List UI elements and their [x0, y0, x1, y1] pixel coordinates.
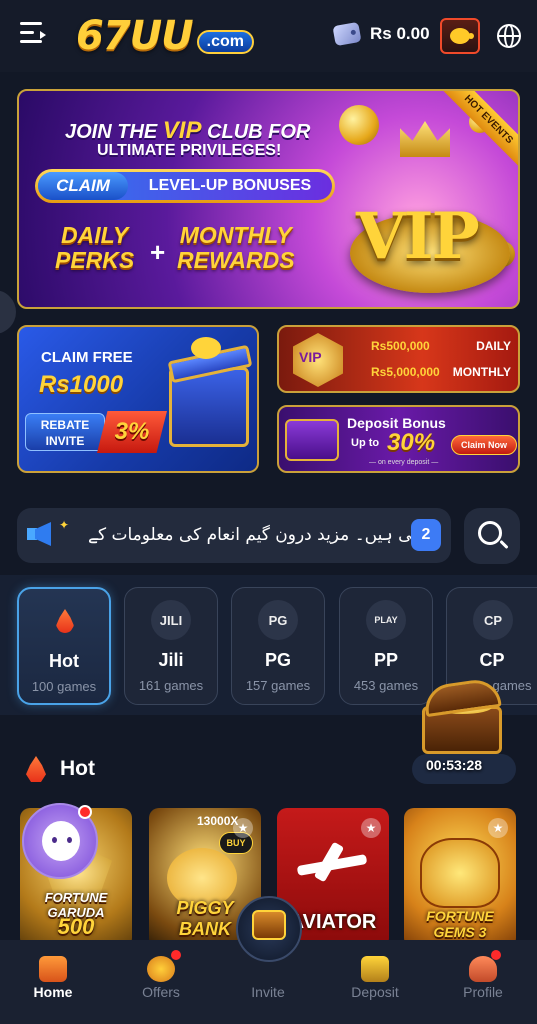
plus-sign: +	[150, 237, 166, 267]
notification-dot	[78, 805, 92, 819]
cp-logo-icon: CP	[473, 600, 513, 640]
nav-label: Home	[33, 984, 73, 1000]
balance-amount: Rs 0.00	[370, 24, 430, 43]
vip-promo-banner[interactable]: VIP Rs500,000 DAILY Rs5,000,000 MONTHLY	[277, 325, 520, 393]
monthly-rewards-text: MONTHLY REWARDS	[177, 222, 295, 273]
treasure-chest-icon[interactable]	[412, 676, 512, 760]
logo-text: 67UU	[76, 13, 194, 59]
vip-crown-emblem: VIP	[344, 121, 514, 301]
deposit-bonus-percent: 30%	[387, 429, 436, 456]
top-header: 67UU .com Rs 0.00	[0, 0, 537, 72]
crown-icon	[400, 121, 450, 157]
search-icon	[478, 521, 502, 545]
game-card-fortune-gems-3[interactable]: FORTUNE GEMS 3 ★	[404, 808, 516, 948]
search-button[interactable]	[464, 508, 520, 564]
claim-now-button[interactable]: Claim Now	[451, 435, 517, 455]
nav-profile[interactable]: Profile	[443, 950, 523, 1010]
game-subtitle: 500	[57, 914, 95, 939]
category-count: 161 games	[138, 678, 204, 693]
daily-reward-row: Rs500,000 DAILY	[371, 339, 511, 353]
nav-offers[interactable]: Offers	[121, 950, 201, 1010]
announcement-text: تی ہیں۔ مزید درون گیم انعام کی معلومات ک…	[88, 525, 417, 545]
rebate-invite-box: REBATE INVITE	[25, 413, 105, 451]
deposit-bonus-banner[interactable]: Deposit Bonus Up to 30% — on every depos…	[277, 405, 520, 473]
category-hot[interactable]: Hot 100 games	[17, 587, 111, 705]
category-name: PG	[264, 650, 291, 670]
category-pg[interactable]: PG PG 157 games	[231, 587, 325, 705]
pg-logo-icon: PG	[258, 600, 298, 640]
flame-icon	[45, 601, 85, 641]
category-count: 157 games	[245, 678, 311, 693]
logo-suffix: .com	[196, 30, 254, 54]
nav-label: Invite	[251, 984, 285, 1000]
notification-dot	[491, 950, 501, 960]
vip-emblem-text: VIP	[356, 199, 480, 274]
countdown-timer: 00:53:28	[426, 757, 483, 773]
piggy-bank-icon	[450, 28, 474, 44]
vip-club-banner[interactable]: JOIN THE VIP CLUB FOR ULTIMATE PRIVILEGE…	[17, 89, 520, 309]
category-name: CP	[479, 650, 505, 670]
side-drawer-handle[interactable]	[0, 290, 16, 334]
category-name: PP	[373, 650, 398, 670]
megaphone-icon	[27, 522, 57, 548]
flame-icon	[26, 756, 46, 782]
notification-dot	[171, 950, 181, 960]
treasure-chest-icon	[252, 910, 286, 940]
nav-label: Profile	[463, 984, 503, 1000]
hot-section-title: Hot	[26, 756, 95, 782]
menu-icon[interactable]	[20, 22, 48, 48]
monthly-reward-row: Rs5,000,000 MONTHLY	[371, 365, 511, 379]
wallet-icon	[361, 956, 389, 982]
sparkle-icon: ✦	[59, 518, 70, 532]
medal-icon	[147, 956, 175, 982]
category-name: Jili	[158, 650, 184, 670]
mask-art	[420, 838, 500, 908]
rebate-percent: 3%	[97, 411, 167, 453]
nav-label: Offers	[142, 984, 180, 1000]
favorite-star-icon[interactable]: ★	[488, 818, 508, 838]
treasure-chest-icon	[285, 419, 339, 461]
vip-banner-headline: JOIN THE VIP CLUB FOR	[65, 117, 311, 144]
wallet-icon	[332, 21, 362, 47]
jili-logo-icon: JILI	[151, 600, 191, 640]
claim-level-up-pill: CLAIM LEVEL-UP BONUSES	[35, 169, 335, 203]
category-name: Hot	[49, 651, 79, 671]
piggy-bank-button[interactable]	[440, 18, 480, 54]
site-logo[interactable]: 67UU .com	[76, 10, 254, 60]
claim-free-amount: Rs1000	[39, 371, 124, 398]
category-jili[interactable]: JILI Jili 161 games	[124, 587, 218, 705]
slot-machine-icon	[39, 956, 67, 982]
favorite-star-icon[interactable]: ★	[361, 818, 381, 838]
pp-logo-icon: PLAY	[366, 600, 406, 640]
claim-free-label: CLAIM FREE	[41, 349, 133, 366]
claim-free-banner[interactable]: CLAIM FREE Rs1000 REBATE INVITE 3%	[17, 325, 259, 473]
nav-label: Deposit	[351, 984, 399, 1000]
nav-invite[interactable]: Invite	[228, 950, 308, 1010]
balance-display[interactable]: Rs 0.00	[332, 21, 430, 47]
language-globe-icon[interactable]	[497, 24, 521, 48]
deposit-bonus-subtext: — on every deposit —	[369, 459, 439, 466]
favorite-star-icon[interactable]: ★	[233, 818, 253, 838]
vip-banner-subline: ULTIMATE PRIVILEGES!	[97, 142, 282, 159]
game-title: FORTUNE GEMS 3	[426, 908, 494, 940]
daily-perks-text: DAILY PERKS	[55, 222, 135, 273]
claim-label: CLAIM	[38, 172, 128, 200]
announcement-marquee[interactable]: ✦ تی ہیں۔ مزید درون گیم انعام کی معلومات…	[17, 508, 451, 563]
deposit-upto-label: Up to	[351, 437, 380, 449]
nav-deposit[interactable]: Deposit	[335, 950, 415, 1010]
user-icon	[469, 956, 497, 982]
level-up-label: LEVEL-UP BONUSES	[148, 177, 312, 194]
message-count-badge[interactable]: 2	[411, 519, 441, 551]
category-count: 100 games	[31, 679, 97, 694]
gift-bow-icon	[191, 337, 221, 359]
support-eyes	[52, 837, 72, 843]
nav-home[interactable]: Home	[13, 950, 93, 1010]
vip-badge-text: VIP	[299, 349, 322, 365]
hot-section-label: Hot	[60, 757, 95, 780]
